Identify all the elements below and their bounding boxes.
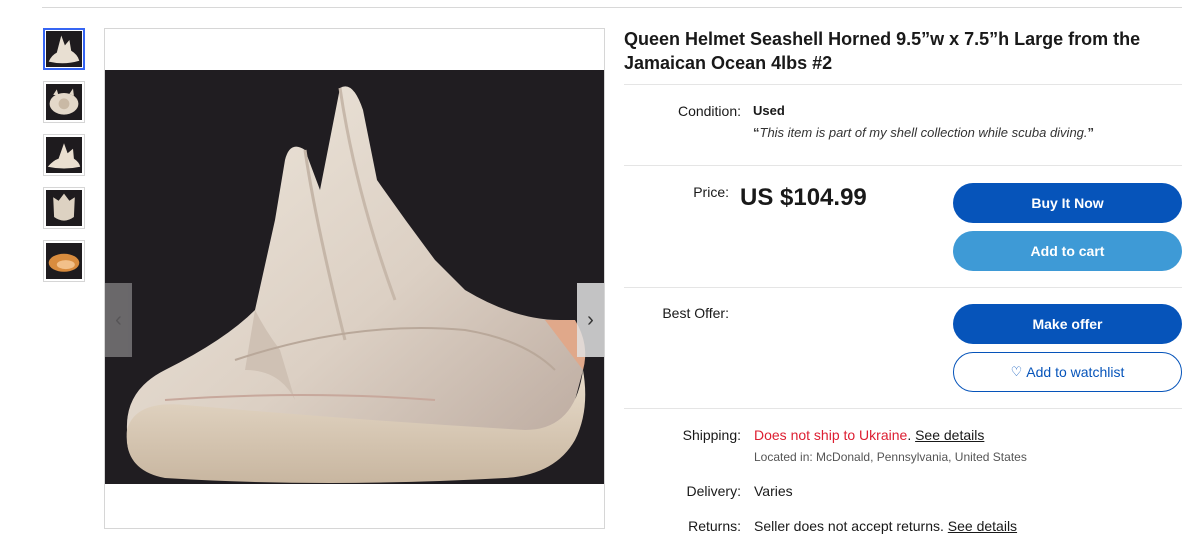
price-label: Price: — [693, 184, 729, 200]
returns-value: Seller does not accept returns. See deta… — [754, 518, 1017, 534]
thumbnail-2[interactable] — [43, 81, 85, 123]
shell-thumbnail-image — [46, 137, 82, 173]
returns-text: Seller does not accept returns. — [754, 518, 944, 534]
condition-label: Condition: — [677, 103, 741, 119]
condition-note: “This item is part of my shell collectio… — [753, 125, 1094, 140]
price-value: US $104.99 — [740, 184, 867, 211]
condition-note-text: This item is part of my shell collection… — [759, 125, 1088, 140]
shipping-value: Does not ship to Ukraine. See details — [754, 427, 984, 443]
previous-image-button[interactable]: ‹ — [105, 283, 132, 357]
main-product-image[interactable]: ‹ › — [105, 70, 604, 484]
heart-icon: ♡ — [1010, 364, 1023, 379]
chevron-left-icon: ‹ — [115, 308, 122, 331]
thumbnail-4[interactable] — [43, 187, 85, 229]
queen-helmet-shell-photo — [105, 70, 604, 484]
best-offer-label: Best Offer: — [662, 305, 729, 321]
thumbnail-1[interactable] — [43, 28, 85, 70]
header-divider — [42, 7, 1182, 8]
delivery-value: Varies — [754, 483, 793, 499]
listing-title: Queen Helmet Seashell Horned 9.5”w x 7.5… — [624, 29, 1141, 73]
divider — [624, 287, 1182, 288]
divider — [624, 408, 1182, 409]
close-quote: ” — [1087, 125, 1095, 140]
shipping-label: Shipping: — [682, 427, 741, 443]
shell-thumbnail-image — [46, 84, 82, 120]
divider — [624, 165, 1182, 166]
shipping-punct: . — [907, 427, 912, 443]
shell-thumbnail-image — [46, 31, 82, 67]
returns-see-details-link[interactable]: See details — [948, 518, 1017, 534]
shipping-see-details-link[interactable]: See details — [915, 427, 984, 443]
make-offer-button[interactable]: Make offer — [953, 304, 1182, 344]
chevron-right-icon: › — [587, 308, 594, 331]
thumbnail-5[interactable] — [43, 240, 85, 282]
shell-thumbnail-image — [46, 243, 82, 279]
add-to-cart-button[interactable]: Add to cart — [953, 231, 1182, 271]
thumbnail-3[interactable] — [43, 134, 85, 176]
thumbnail-strip — [43, 28, 89, 293]
buy-it-now-button[interactable]: Buy It Now — [953, 183, 1182, 223]
divider — [624, 84, 1182, 85]
item-location: Located in: McDonald, Pennsylvania, Unit… — [754, 450, 1027, 464]
delivery-label: Delivery: — [686, 483, 741, 499]
main-image-viewer: ‹ › — [104, 28, 605, 529]
shell-thumbnail-image — [46, 190, 82, 226]
add-to-watchlist-button[interactable]: ♡ Add to watchlist — [953, 352, 1182, 392]
shipping-status: Does not ship to Ukraine — [754, 427, 908, 443]
watchlist-label: Add to watchlist — [1026, 364, 1125, 380]
next-image-button[interactable]: › — [577, 283, 604, 357]
returns-label: Returns: — [688, 518, 741, 534]
condition-value: Used — [753, 103, 785, 118]
